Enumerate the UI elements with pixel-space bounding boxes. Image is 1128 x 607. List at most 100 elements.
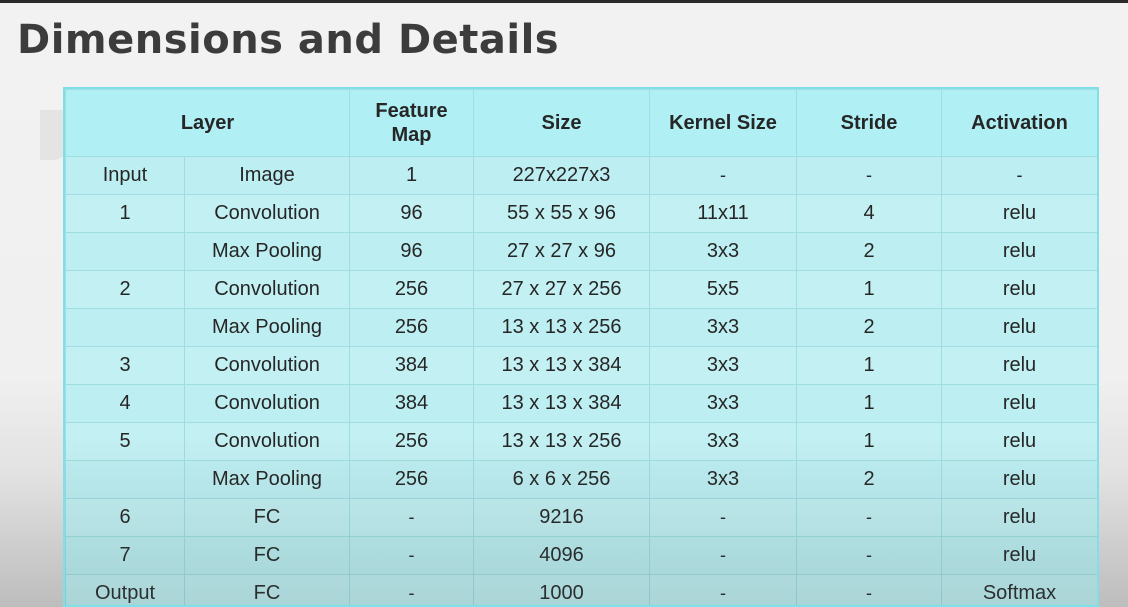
feature-map-cell: - xyxy=(349,498,474,537)
feature-map-cell: - xyxy=(349,536,474,575)
size-cell: 27 x 27 x 96 xyxy=(473,232,650,271)
table-row: 4 Convolution 384 13 x 13 x 384 3x3 1 relu xyxy=(65,384,1097,423)
feature-map-cell: 384 xyxy=(349,346,474,385)
layer-id-cell: 3 xyxy=(65,346,185,385)
table-row: Input Image 1 227x227x3- - - xyxy=(65,156,1097,195)
alexnet-details-table: Layer Feature Map Size Kernel Size Strid… xyxy=(65,89,1097,605)
stride-cell: 1 xyxy=(796,422,942,461)
kernel-size-cell: 3x3 xyxy=(649,384,797,423)
header-stride: Stride xyxy=(796,89,942,157)
slide-title: Dimensions and Details xyxy=(17,17,560,63)
size-cell: 227x227x3 xyxy=(473,156,650,195)
layer-id-cell: 7 xyxy=(65,536,185,575)
layer-type-cell: Convolution xyxy=(184,270,350,309)
kernel-size-cell: 3x3 xyxy=(649,346,797,385)
kernel-size-cell: - xyxy=(649,498,797,537)
feature-map-cell: 96 xyxy=(349,232,474,271)
size-cell: 1000 xyxy=(473,574,650,605)
size-cell: 6 x 6 x 256 xyxy=(473,460,650,499)
kernel-size-cell: - xyxy=(649,156,797,195)
layer-id-cell: Output xyxy=(65,574,185,605)
table-row: Max Pooling 256 6 x 6 x 256 3x3 2 relu xyxy=(65,460,1097,499)
layer-id-cell xyxy=(65,232,185,271)
table-row: 7 FC -4096- - relu xyxy=(65,536,1097,575)
feature-map-cell: 256 xyxy=(349,460,474,499)
stride-cell: - xyxy=(796,536,942,575)
table-row: 5 Convolution 256 13 x 13 x 256 3x3 1 relu xyxy=(65,422,1097,461)
activation-cell: relu xyxy=(941,384,1097,423)
size-cell: 55 x 55 x 96 xyxy=(473,194,650,233)
table-row: 6 FC -9216- - relu xyxy=(65,498,1097,537)
activation-cell: - xyxy=(941,156,1097,195)
stride-cell: 2 xyxy=(796,460,942,499)
feature-map-cell: 96 xyxy=(349,194,474,233)
layer-id-cell: Input xyxy=(65,156,185,195)
stride-cell: 1 xyxy=(796,346,942,385)
table-row: 1 Convolution 96 55 x 55 x 96 11x11 4 relu xyxy=(65,194,1097,233)
stride-cell: 1 xyxy=(796,270,942,309)
table-row: Max Pooling 256 13 x 13 x 256 3x3 2 relu xyxy=(65,308,1097,347)
activation-cell: relu xyxy=(941,308,1097,347)
table-row: 2 Convolution 256 27 x 27 x 256 5x5 1 relu xyxy=(65,270,1097,309)
activation-cell: relu xyxy=(941,536,1097,575)
kernel-size-cell: - xyxy=(649,574,797,605)
feature-map-cell: - xyxy=(349,574,474,605)
layer-id-cell: 6 xyxy=(65,498,185,537)
details-table-container: Layer Feature Map Size Kernel Size Strid… xyxy=(63,87,1099,607)
table-row: 3 Convolution 384 13 x 13 x 384 3x3 1 relu xyxy=(65,346,1097,385)
table-body: Input Image 1 227x227x3- - -1 Convolution 96 55 … xyxy=(65,156,1097,605)
layer-type-cell: FC xyxy=(184,498,350,537)
header-layer: Layer xyxy=(65,89,350,157)
size-cell: 13 x 13 x 256 xyxy=(473,422,650,461)
size-cell: 9216 xyxy=(473,498,650,537)
feature-map-cell: 256 xyxy=(349,270,474,309)
table-row: Output FC -1000- - Softmax xyxy=(65,574,1097,605)
size-cell: 13 x 13 x 384 xyxy=(473,346,650,385)
layer-id-cell xyxy=(65,308,185,347)
layer-id-cell xyxy=(65,460,185,499)
top-border xyxy=(0,0,1128,3)
header-size: Size xyxy=(473,89,650,157)
stride-cell: 1 xyxy=(796,384,942,423)
activation-cell: relu xyxy=(941,460,1097,499)
activation-cell: relu xyxy=(941,232,1097,271)
layer-type-cell: FC xyxy=(184,574,350,605)
size-cell: 4096 xyxy=(473,536,650,575)
kernel-size-cell: 3x3 xyxy=(649,422,797,461)
layer-type-cell: Convolution xyxy=(184,422,350,461)
layer-type-cell: FC xyxy=(184,536,350,575)
size-cell: 13 x 13 x 384 xyxy=(473,384,650,423)
size-cell: 13 x 13 x 256 xyxy=(473,308,650,347)
layer-type-cell: Max Pooling xyxy=(184,460,350,499)
activation-cell: relu xyxy=(941,422,1097,461)
table-row: Max Pooling 96 27 x 27 x 96 3x3 2 relu xyxy=(65,232,1097,271)
layer-type-cell: Convolution xyxy=(184,194,350,233)
kernel-size-cell: 3x3 xyxy=(649,308,797,347)
kernel-size-cell: 3x3 xyxy=(649,460,797,499)
layer-type-cell: Max Pooling xyxy=(184,308,350,347)
layer-id-cell: 5 xyxy=(65,422,185,461)
layer-id-cell: 2 xyxy=(65,270,185,309)
kernel-size-cell: 11x11 xyxy=(649,194,797,233)
size-cell: 27 x 27 x 256 xyxy=(473,270,650,309)
kernel-size-cell: - xyxy=(649,536,797,575)
activation-cell: relu xyxy=(941,498,1097,537)
layer-id-cell: 1 xyxy=(65,194,185,233)
stride-cell: - xyxy=(796,156,942,195)
activation-cell: Softmax xyxy=(941,574,1097,605)
stride-cell: 2 xyxy=(796,232,942,271)
header-kernel-size: Kernel Size xyxy=(649,89,797,157)
stride-cell: 2 xyxy=(796,308,942,347)
header-activation: Activation xyxy=(941,89,1097,157)
activation-cell: relu xyxy=(941,194,1097,233)
layer-type-cell: Convolution xyxy=(184,346,350,385)
header-feature-map-label: Feature Map xyxy=(375,100,448,146)
kernel-size-cell: 5x5 xyxy=(649,270,797,309)
activation-cell: relu xyxy=(941,270,1097,309)
header-feature-map: Feature Map xyxy=(349,89,474,157)
feature-map-cell: 384 xyxy=(349,384,474,423)
layer-type-cell: Max Pooling xyxy=(184,232,350,271)
kernel-size-cell: 3x3 xyxy=(649,232,797,271)
feature-map-cell: 1 xyxy=(349,156,474,195)
layer-id-cell: 4 xyxy=(65,384,185,423)
